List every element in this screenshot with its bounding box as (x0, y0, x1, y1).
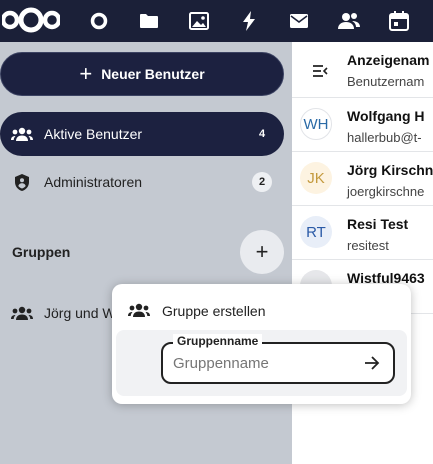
create-group-popover: Gruppe erstellen Gruppenname (112, 284, 411, 404)
menu-toggle-icon[interactable] (312, 64, 328, 82)
avatar: WH (300, 108, 332, 140)
nav-item-active-users[interactable]: Aktive Benutzer 4 (0, 112, 284, 156)
group-name-label: Gruppenname (173, 334, 263, 348)
create-group-label: Gruppe erstellen (162, 303, 266, 319)
table-row[interactable]: JK Jörg Kirschn joergkirschne (292, 152, 433, 206)
nav-item-label: Administratoren (44, 174, 143, 190)
new-user-button[interactable]: + Neuer Benutzer (0, 52, 284, 96)
group-name-input[interactable] (173, 353, 353, 373)
plus-icon: + (255, 239, 269, 264)
new-user-label: Neuer Benutzer (101, 66, 205, 82)
count-badge: 4 (258, 128, 266, 140)
plus-icon: + (79, 61, 93, 86)
count-badge: 2 (252, 172, 272, 192)
user-username: joergkirschne (347, 184, 425, 199)
group-name-field: Gruppenname (161, 334, 395, 384)
user-username: hallerbub@t- (347, 130, 422, 145)
nav-item-administrators[interactable]: Administratoren 2 (0, 160, 284, 204)
nav-item-label: Aktive Benutzer (44, 126, 143, 142)
avatar: JK (300, 162, 332, 194)
files-icon[interactable] (137, 9, 161, 33)
shield-account-icon (0, 173, 44, 191)
nextcloud-logo-icon[interactable] (0, 7, 62, 38)
avatar: RT (300, 216, 332, 248)
top-header (0, 0, 433, 42)
column-display-name: Anzeigenam (347, 52, 430, 68)
group-icon (128, 303, 150, 320)
user-list-header: Anzeigenam Benutzernam (292, 42, 433, 98)
contacts-icon[interactable] (337, 9, 361, 33)
column-username: Benutzernam (347, 74, 425, 89)
user-username: resitest (347, 238, 389, 253)
user-display-name: Resi Test (347, 216, 409, 232)
table-row[interactable]: RT Resi Test resitest (292, 206, 433, 260)
dashboard-icon[interactable] (87, 9, 111, 33)
photos-icon[interactable] (187, 9, 211, 33)
user-display-name: Jörg Kirschn (347, 162, 433, 178)
groups-caption: Gruppen (12, 244, 71, 260)
create-group-title: Gruppe erstellen (128, 300, 266, 322)
user-display-name: Wolfgang H (347, 108, 425, 124)
group-icon (0, 306, 44, 320)
mail-icon[interactable] (287, 9, 311, 33)
group-icon (0, 127, 44, 141)
arrow-right-icon[interactable] (361, 353, 383, 373)
add-group-button[interactable]: + (240, 230, 284, 274)
group-item-label: Jörg und W (44, 305, 116, 321)
table-row[interactable]: WH Wolfgang H hallerbub@t- (292, 98, 433, 152)
calendar-icon[interactable] (387, 9, 411, 33)
activity-icon[interactable] (237, 9, 261, 33)
group-name-form: Gruppenname (116, 330, 407, 396)
